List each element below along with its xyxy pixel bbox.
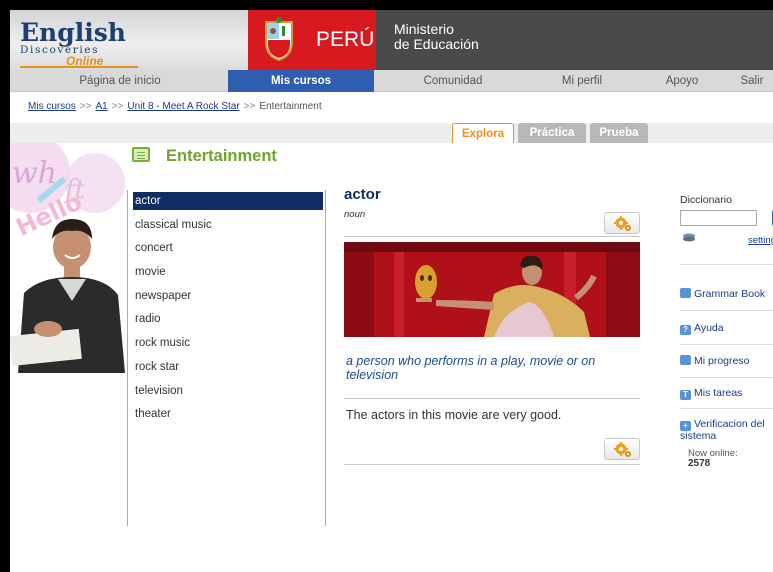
breadcrumb-separator: >> — [111, 101, 124, 112]
logo-underline — [20, 66, 138, 68]
list-item[interactable]: rock music — [133, 334, 323, 358]
word-definition: a person who performs in a play, movie o… — [346, 354, 596, 382]
main-nav: Página de inicio Mis cursos Comunidad Mi… — [10, 70, 773, 92]
divider — [344, 236, 640, 237]
site-header: English Discoveries Online PERÚ Minister… — [10, 10, 773, 70]
divider — [344, 464, 640, 465]
english-discoveries-logo[interactable]: English Discoveries Online — [18, 18, 168, 68]
word-options-button[interactable] — [604, 212, 640, 234]
list-item[interactable]: rock star — [133, 358, 323, 382]
mis-tareas-label: Mis tareas — [694, 387, 743, 399]
ministerio-brand: Ministerio de Educación — [376, 10, 773, 70]
divider — [680, 377, 773, 378]
tasks-icon: T — [680, 390, 691, 400]
breadcrumb-link-a1[interactable]: A1 — [95, 101, 107, 112]
list-item[interactable]: theater — [133, 405, 323, 429]
breadcrumb-separator: >> — [79, 101, 92, 112]
breadcrumb-link-mis-cursos[interactable]: Mis cursos — [28, 101, 76, 112]
peru-brand: PERÚ — [248, 10, 376, 70]
entry-word: actor — [344, 186, 381, 203]
nav-item-mis-cursos[interactable]: Mis cursos — [228, 70, 374, 92]
nav-item-pagina-de-inicio[interactable]: Página de inicio — [40, 70, 200, 92]
list-item[interactable]: television — [133, 382, 323, 406]
breadcrumb: Mis cursos >> A1 >> Unit 8 - Meet A Rock Sta… — [28, 101, 322, 112]
tab-prueba[interactable]: Prueba — [590, 123, 648, 143]
mi-progreso-link[interactable]: Mi progreso — [680, 355, 749, 367]
nav-item-mi-perfil[interactable]: Mi perfil — [532, 70, 632, 92]
breadcrumb-current: Entertainment — [259, 101, 322, 112]
divider — [680, 344, 773, 345]
ministerio-label: Ministerio de Educación — [394, 22, 554, 52]
list-item[interactable]: actor — [133, 192, 323, 210]
list-item[interactable]: radio — [133, 310, 323, 334]
peru-label: PERÚ — [316, 28, 375, 51]
list-item[interactable]: classical music — [133, 216, 323, 240]
divider — [680, 310, 773, 311]
grammar-book-link[interactable]: Grammar Book — [680, 288, 765, 300]
ayuda-label: Ayuda — [694, 322, 724, 334]
divider — [680, 264, 773, 265]
example-sentence: The actors in this movie are very good. — [346, 408, 562, 422]
divider — [344, 398, 640, 399]
list-item[interactable]: movie — [133, 263, 323, 287]
settings-link[interactable]: settings — [748, 235, 773, 246]
gear-icon — [614, 442, 631, 457]
list-item[interactable]: concert — [133, 239, 323, 263]
notebook-icon — [132, 147, 150, 162]
nav-item-salir[interactable]: Salir — [732, 70, 772, 92]
student-decorative-image: wh ft Hello — [10, 143, 125, 373]
ministerio-line-1: Ministerio — [394, 21, 454, 37]
nav-item-comunidad[interactable]: Comunidad — [398, 70, 508, 92]
grammar-book-label: Grammar Book — [694, 288, 766, 300]
tab-explora[interactable]: Explora — [452, 123, 514, 143]
part-of-speech: noun — [344, 209, 366, 220]
online-count: 2578 — [688, 458, 711, 469]
book-icon — [680, 288, 691, 298]
breadcrumb-link-unit-8[interactable]: Unit 8 - Meet A Rock Star — [127, 101, 239, 112]
dictionary-label: Diccionario — [680, 194, 732, 206]
word-entry: actor noun a person who performs in a pl… — [344, 186, 640, 465]
mis-tareas-link[interactable]: T Mis tareas — [680, 387, 742, 400]
word-list: actor classical music concert movie news… — [133, 192, 323, 429]
divider — [680, 408, 773, 409]
svg-text:wh: wh — [12, 156, 57, 191]
help-icon: ? — [680, 325, 691, 335]
dictionary-search-input[interactable] — [680, 210, 757, 226]
nav-item-apoyo[interactable]: Apoyo — [656, 70, 708, 92]
section-tabs: Explora Práctica Prueba — [10, 123, 773, 143]
verificacion-link[interactable]: + Verificacion del sistema — [680, 419, 773, 441]
stack-icon — [683, 233, 695, 242]
list-item[interactable]: newspaper — [133, 287, 323, 311]
word-list-panel: actor classical music concert movie news… — [127, 190, 326, 526]
logo-word-english: English — [20, 18, 126, 47]
verificacion-label: Verificacion del sistema — [680, 418, 765, 442]
page-title: Entertainment — [166, 147, 277, 165]
progress-icon — [680, 355, 691, 365]
ayuda-link[interactable]: ? Ayuda — [680, 322, 724, 335]
ministerio-line-2: de Educación — [394, 36, 479, 52]
example-options-button[interactable] — [604, 438, 640, 460]
breadcrumb-separator: >> — [243, 101, 256, 112]
tab-practica[interactable]: Práctica — [518, 123, 586, 143]
actor-illustration — [344, 242, 640, 337]
mi-progreso-label: Mi progreso — [694, 355, 750, 367]
gear-icon — [614, 216, 631, 231]
peru-shield-icon — [265, 17, 293, 62]
page-frame: English Discoveries Online PERÚ Minister… — [10, 10, 773, 572]
